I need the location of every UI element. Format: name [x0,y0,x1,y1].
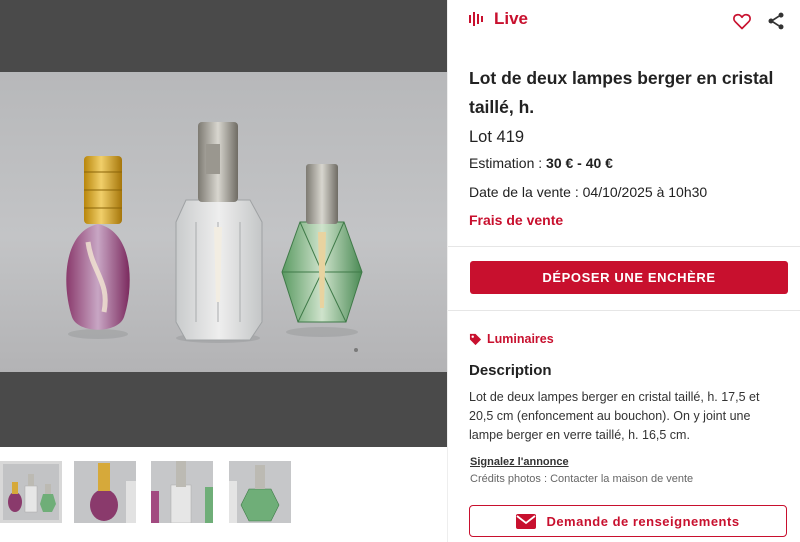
category-label: Luminaires [487,332,554,346]
category-link[interactable]: Luminaires [469,332,554,346]
place-bid-button[interactable]: DÉPOSER UNE ENCHÈRE [470,261,788,294]
thumbnail-2[interactable] [74,461,136,523]
thumbnail-4[interactable] [229,461,291,523]
live-label: Live [494,9,529,28]
heart-icon[interactable] [732,11,752,31]
request-info-button[interactable]: Demande de renseignements [469,505,787,537]
report-listing-link[interactable]: Signalez l'annonce [470,456,569,468]
image-viewer[interactable] [0,0,447,447]
tag-icon [469,333,482,345]
live-indicator[interactable]: Live [468,9,528,29]
live-broadcast-icon [469,12,483,26]
thumbnail-1[interactable] [0,461,62,523]
mail-icon [516,513,537,529]
request-info-label: Demande de renseignements [546,513,740,529]
sale-fees-link[interactable]: Frais de vente [469,212,563,228]
main-photo[interactable] [0,72,447,372]
photo-credits: Crédits photos : Contacter la maison de … [470,473,694,485]
lot-title: Lot de deux lampes berger en cristal tai… [469,68,774,117]
description-text: Lot de deux lampes berger en cristal tai… [469,390,760,442]
divider [448,246,800,247]
lot-number: Lot 419 [469,128,525,146]
estimate-label: Estimation : [469,155,547,171]
description-heading: Description [469,362,552,379]
sale-date: Date de la vente : 04/10/2025 à 10h30 [469,184,708,200]
thumbnail-strip [0,447,447,542]
thumbnail-3[interactable] [151,461,213,523]
divider [448,310,800,311]
share-icon[interactable] [766,11,786,31]
lot-details-panel: Live Lot de deux lampes berger en crista… [447,0,800,542]
estimate-value: 30 € - 40 € [546,155,613,171]
estimate: Estimation : 30 € - 40 € [469,155,613,171]
